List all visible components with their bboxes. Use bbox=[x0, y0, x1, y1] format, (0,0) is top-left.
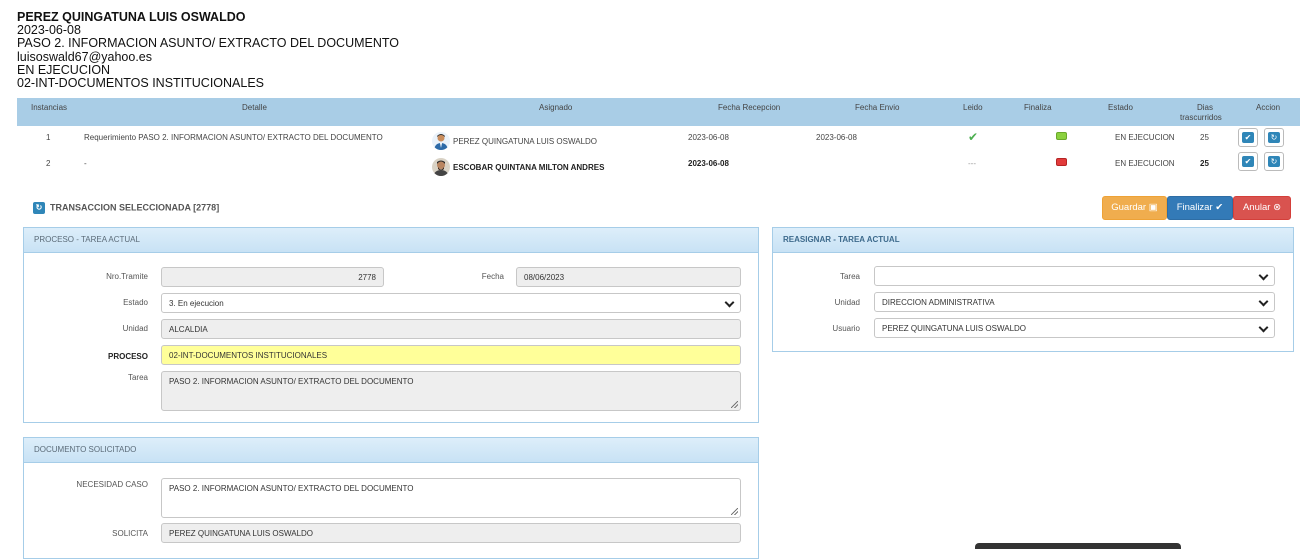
reasignar-usuario-label: Usuario bbox=[832, 324, 860, 333]
solicita-label: SOLICITA bbox=[112, 529, 148, 538]
refresh-action-button[interactable]: ↻ bbox=[1264, 128, 1284, 147]
necesidad-textarea[interactable]: PASO 2. INFORMACION ASUNTO/ EXTRACTO DEL… bbox=[161, 478, 741, 518]
check-action-button[interactable]: ✔ bbox=[1238, 152, 1258, 171]
header-process: 02-INT-DOCUMENTOS INSTITUCIONALES bbox=[17, 76, 265, 91]
tarea-value: PASO 2. INFORMACION ASUNTO/ EXTRACTO DEL… bbox=[169, 377, 414, 386]
col-dias-2: trascurridos bbox=[1180, 113, 1222, 122]
table-row[interactable]: 1 Requerimiento PASO 2. INFORMACION ASUN… bbox=[17, 126, 1300, 152]
resize-grip-icon[interactable] bbox=[731, 508, 738, 515]
col-asignado: Asignado bbox=[539, 103, 573, 112]
reasignar-tarea-label: Tarea bbox=[839, 272, 860, 281]
col-detalle: Detalle bbox=[242, 103, 267, 112]
unidad-label: Unidad bbox=[122, 324, 148, 333]
check-icon: ✔ bbox=[1242, 132, 1254, 143]
header-email: luisoswald67@yahoo.es bbox=[17, 49, 152, 64]
reasignar-panel: REASIGNAR - TAREA ACTUAL Tarea Unidad DI… bbox=[772, 227, 1294, 352]
fecha-field[interactable]: 08/06/2023 bbox=[516, 267, 741, 287]
row-detalle: Requerimiento PASO 2. INFORMACION ASUNTO… bbox=[84, 133, 383, 142]
header-info: PEREZ QUINGATUNA LUIS OSWALDO 2023-06-08… bbox=[17, 10, 400, 91]
row-instancia: 2 bbox=[46, 159, 51, 168]
estado-label: Estado bbox=[123, 298, 148, 307]
resize-grip-icon[interactable] bbox=[731, 401, 738, 408]
tarea-label: Tarea bbox=[127, 373, 148, 382]
proceso-panel: PROCESO - TAREA ACTUAL Nro.Tramite 2778 … bbox=[23, 227, 759, 423]
selected-transaction-label: TRANSACCION SELECCIONADA [2778] bbox=[50, 202, 220, 213]
documento-panel: DOCUMENTO SOLICITADO NECESIDAD CASO PASO… bbox=[23, 437, 759, 559]
row-fecha-envio: 2023-06-08 bbox=[816, 133, 857, 142]
table-header: Instancias Detalle Asignado Fecha Recepc… bbox=[17, 98, 1300, 126]
col-dias: Dias bbox=[1197, 103, 1214, 112]
row-asignado: ESCOBAR QUINTANA MILTON ANDRES bbox=[453, 163, 605, 172]
finalizar-label: Finalizar bbox=[1176, 202, 1213, 213]
tarea-textarea[interactable]: PASO 2. INFORMACION ASUNTO/ EXTRACTO DEL… bbox=[161, 371, 741, 411]
check-action-button[interactable]: ✔ bbox=[1238, 128, 1258, 147]
guardar-label: Guardar bbox=[1111, 202, 1147, 213]
row-asignado: PEREZ QUINGATUNA LUIS OSWALDO bbox=[453, 137, 598, 146]
check-icon: ✔ bbox=[1242, 156, 1254, 167]
nro-tramite-field[interactable]: 2778 bbox=[161, 267, 384, 287]
reasignar-unidad-select[interactable]: DIRECCION ADMINISTRATIVA bbox=[874, 292, 1275, 312]
col-fecha-envio: Fecha Envio bbox=[855, 103, 900, 112]
row-estado: EN EJECUCION bbox=[1115, 159, 1175, 168]
row-fecha-recepcion: 2023-06-08 bbox=[688, 133, 729, 142]
reasignar-unidad-label: Unidad bbox=[834, 298, 860, 307]
necesidad-value: PASO 2. INFORMACION ASUNTO/ EXTRACTO DEL… bbox=[169, 484, 414, 493]
instances-table: Instancias Detalle Asignado Fecha Recepc… bbox=[17, 98, 1300, 178]
guardar-button[interactable]: Guardar ▣ bbox=[1102, 196, 1167, 220]
reasignar-usuario-select[interactable]: PEREZ QUINGATUNA LUIS OSWALDO bbox=[874, 318, 1275, 338]
table-row[interactable]: 2 - ESCOBAR QUINTANA MILTON ANDRES 2023-… bbox=[17, 152, 1300, 178]
col-finaliza: Finaliza bbox=[1024, 103, 1052, 112]
col-accion: Accion bbox=[1256, 103, 1281, 112]
proceso-label: PROCESO bbox=[107, 352, 148, 361]
row-instancia: 1 bbox=[46, 133, 51, 142]
anular-label: Anular bbox=[1242, 202, 1271, 213]
finalizar-button[interactable]: Finalizar ✔ bbox=[1167, 196, 1233, 220]
proceso-panel-title: PROCESO - TAREA ACTUAL bbox=[24, 228, 758, 253]
cancel-icon: ⊗ bbox=[1273, 202, 1282, 213]
read-check-icon: ✔ bbox=[968, 130, 979, 144]
row-estado: EN EJECUCION bbox=[1115, 133, 1175, 142]
anular-button[interactable]: Anular ⊗ bbox=[1233, 196, 1291, 220]
refresh-action-button[interactable]: ↻ bbox=[1264, 152, 1284, 171]
row-leido: --- bbox=[968, 159, 976, 168]
solicita-field[interactable]: PEREZ QUINGATUNA LUIS OSWALDO bbox=[161, 523, 741, 543]
avatar bbox=[432, 158, 450, 176]
row-detalle: - bbox=[84, 159, 87, 168]
header-task: PASO 2. INFORMACION ASUNTO/ EXTRACTO DEL… bbox=[17, 36, 400, 51]
bottom-toolbar[interactable] bbox=[975, 543, 1181, 549]
col-leido: Leido bbox=[963, 103, 983, 112]
finaliza-indicator bbox=[1056, 158, 1067, 168]
row-dias: 25 bbox=[1200, 159, 1209, 168]
selected-transaction: ↻ TRANSACCION SELECCIONADA [2778] bbox=[33, 202, 219, 214]
estado-select[interactable]: 3. En ejecucion bbox=[161, 293, 741, 313]
necesidad-label: NECESIDAD CASO bbox=[76, 480, 148, 489]
check-icon: ✔ bbox=[1215, 202, 1224, 213]
row-dias: 25 bbox=[1200, 133, 1209, 142]
documento-panel-title: DOCUMENTO SOLICITADO bbox=[24, 438, 758, 463]
row-fecha-recepcion: 2023-06-08 bbox=[688, 159, 729, 168]
reasignar-panel-title: REASIGNAR - TAREA ACTUAL bbox=[773, 228, 1293, 253]
avatar bbox=[432, 132, 450, 150]
col-estado: Estado bbox=[1108, 103, 1133, 112]
nro-tramite-label: Nro.Tramite bbox=[106, 272, 148, 281]
save-icon: ▣ bbox=[1148, 202, 1158, 213]
refresh-icon: ↻ bbox=[33, 202, 45, 214]
col-fecha-recepcion: Fecha Recepcion bbox=[718, 103, 781, 112]
col-instancias: Instancias bbox=[31, 103, 68, 112]
fecha-label: Fecha bbox=[481, 272, 504, 281]
refresh-icon: ↻ bbox=[1268, 156, 1280, 167]
unidad-field[interactable]: ALCALDIA bbox=[161, 319, 741, 339]
reasignar-tarea-select[interactable] bbox=[874, 266, 1275, 286]
proceso-field[interactable]: 02-INT-DOCUMENTOS INSTITUCIONALES bbox=[161, 345, 741, 365]
finaliza-indicator bbox=[1056, 132, 1067, 142]
refresh-icon: ↻ bbox=[1268, 132, 1280, 143]
